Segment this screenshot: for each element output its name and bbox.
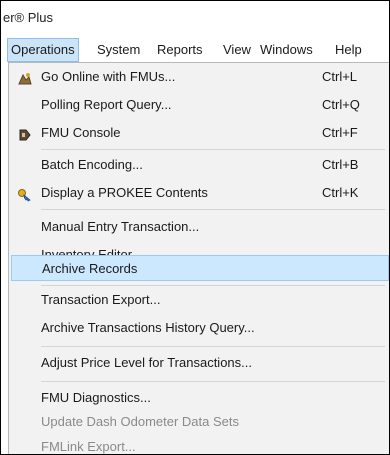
menu-item-label: Display a PROKEE Contents [41,185,208,200]
console-icon [17,125,33,141]
menu-item-batch-encoding[interactable]: Batch Encoding... Ctrl+B [9,151,389,179]
menu-bar: Operations System Reports View Windows H… [1,38,389,62]
menu-item-transaction-export[interactable]: Transaction Export... [9,286,389,314]
shortcut-label: Ctrl+B [322,157,359,172]
operations-dropdown-menu: Go Online with FMUs... Ctrl+L Polling Re… [8,62,389,454]
menu-item-label: Batch Encoding... [41,157,143,172]
menu-item-label: FMU Console [41,125,121,140]
window-title: er® Plus [3,10,54,25]
menu-item-display-prokee[interactable]: Display a PROKEE Contents Ctrl+K [9,179,389,207]
shortcut-label: Ctrl+L [322,69,358,84]
application-window: er® Plus Operations System Reports View … [0,0,390,455]
menu-item-archive-transactions-history[interactable]: Archive Transactions History Query... [9,314,389,342]
menu-item-label: Polling Report Query... [41,97,172,112]
menu-windows[interactable]: Windows [257,38,316,62]
menu-item-label: Archive Transactions History Query... [41,320,255,335]
shortcut-label: Ctrl+F [322,125,358,140]
menu-item-update-dash-odometer: Update Dash Odometer Data Sets [9,408,389,436]
menu-item-archive-records[interactable]: Archive Records [11,255,389,281]
menu-item-adjust-price-level[interactable]: Adjust Price Level for Transactions... [9,349,389,377]
menu-item-manual-entry-transaction[interactable]: Manual Entry Transaction... [9,213,389,241]
menu-separator [41,381,385,382]
menu-item-label: Archive Records [42,261,138,276]
shortcut-label: Ctrl+K [322,185,359,200]
menu-view[interactable]: View [220,38,254,62]
menu-separator [41,149,385,150]
menu-operations[interactable]: Operations [7,38,79,62]
menu-separator [41,346,385,347]
menu-item-label: Transaction Export... [41,292,161,307]
menu-reports[interactable]: Reports [154,38,206,62]
menu-system[interactable]: System [94,38,143,62]
menu-separator [41,209,385,210]
menu-item-label: Adjust Price Level for Transactions... [41,355,252,370]
online-icon [17,69,33,85]
menu-item-fmu-console[interactable]: FMU Console Ctrl+F [9,119,389,147]
shortcut-label: Ctrl+Q [322,97,360,112]
title-bar: er® Plus [1,1,389,34]
menu-item-fmlink-export: FMLink Export... [9,433,389,454]
menu-item-go-online[interactable]: Go Online with FMUs... Ctrl+L [9,63,389,91]
menu-help[interactable]: Help [332,38,365,62]
menu-item-polling-report-query[interactable]: Polling Report Query... Ctrl+Q [9,91,389,119]
menu-item-label: Manual Entry Transaction... [41,219,200,234]
menu-item-label: FMLink Export... [41,439,136,454]
menu-item-label: Update Dash Odometer Data Sets [41,414,239,429]
key-icon [17,185,33,202]
menu-item-label: Go Online with FMUs... [41,69,176,84]
